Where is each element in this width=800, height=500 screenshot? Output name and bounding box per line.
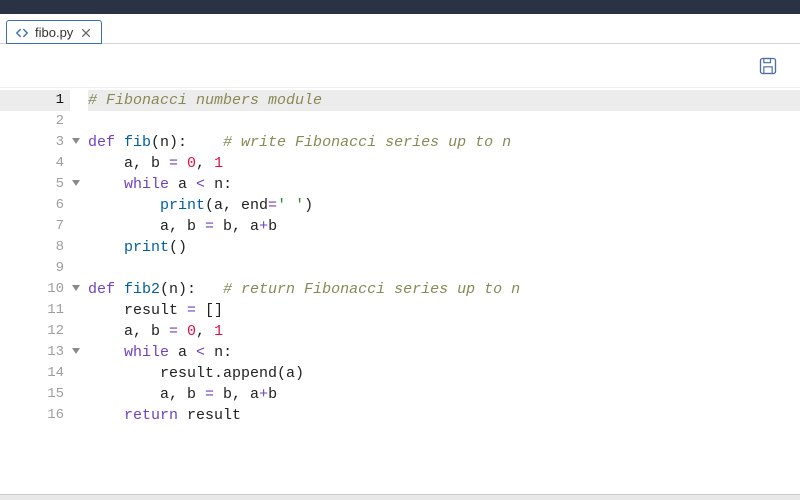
code-line[interactable]: result.append(a) <box>88 363 800 384</box>
code-line[interactable]: while a < n: <box>88 342 800 363</box>
code-line[interactable] <box>88 111 800 132</box>
tab-strip: fibo.py <box>0 14 800 44</box>
line-number: 10 <box>0 279 70 300</box>
line-number: 4 <box>0 153 70 174</box>
line-number: 12 <box>0 321 70 342</box>
fold-toggle-icon[interactable] <box>72 180 80 186</box>
fold-toggle-icon[interactable] <box>72 138 80 144</box>
fold-toggle-icon[interactable] <box>72 285 80 291</box>
line-number: 5 <box>0 174 70 195</box>
line-number: 15 <box>0 384 70 405</box>
line-number: 13 <box>0 342 70 363</box>
code-line[interactable] <box>88 258 800 279</box>
line-number-gutter: 12345678910111213141516 <box>0 88 70 494</box>
save-button[interactable] <box>758 55 778 77</box>
code-line[interactable]: print(a, end=' ') <box>88 195 800 216</box>
window-titlebar <box>0 0 800 14</box>
code-line[interactable]: a, b = 0, 1 <box>88 153 800 174</box>
fold-column <box>70 88 88 494</box>
code-editor[interactable]: 12345678910111213141516 # Fibonacci numb… <box>0 88 800 494</box>
line-number: 16 <box>0 405 70 426</box>
code-line[interactable]: a, b = b, a+b <box>88 384 800 405</box>
code-line[interactable]: def fib(n): # write Fibonacci series up … <box>88 132 800 153</box>
line-number: 2 <box>0 111 70 132</box>
line-number: 3 <box>0 132 70 153</box>
line-number: 8 <box>0 237 70 258</box>
line-number: 6 <box>0 195 70 216</box>
status-bar <box>0 494 800 500</box>
code-line[interactable]: def fib2(n): # return Fibonacci series u… <box>88 279 800 300</box>
tab-close-icon[interactable] <box>79 26 93 40</box>
line-number: 1 <box>0 90 70 111</box>
editor-toolbar <box>0 44 800 88</box>
code-line[interactable]: # Fibonacci numbers module <box>88 90 800 111</box>
code-line[interactable]: a, b = 0, 1 <box>88 321 800 342</box>
code-area[interactable]: # Fibonacci numbers module def fib(n): # … <box>88 88 800 494</box>
tab-filename: fibo.py <box>35 25 73 40</box>
line-number: 14 <box>0 363 70 384</box>
fold-toggle-icon[interactable] <box>72 348 80 354</box>
tab-fibo[interactable]: fibo.py <box>6 20 102 44</box>
line-number: 7 <box>0 216 70 237</box>
line-number: 11 <box>0 300 70 321</box>
code-line[interactable]: return result <box>88 405 800 426</box>
code-line[interactable]: while a < n: <box>88 174 800 195</box>
code-line[interactable]: a, b = b, a+b <box>88 216 800 237</box>
code-line[interactable]: print() <box>88 237 800 258</box>
code-file-icon <box>15 26 29 40</box>
line-number: 9 <box>0 258 70 279</box>
code-line[interactable]: result = [] <box>88 300 800 321</box>
